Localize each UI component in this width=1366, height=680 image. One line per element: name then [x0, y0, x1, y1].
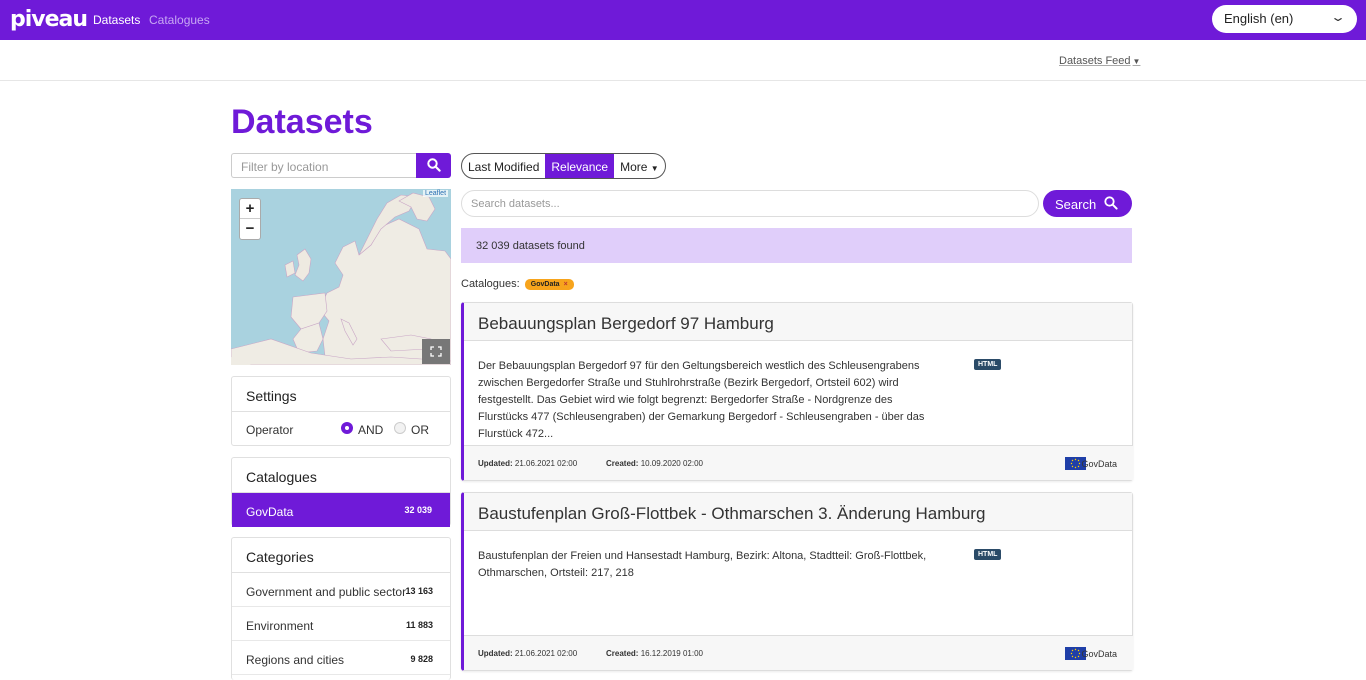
results-count-banner: 32 039 datasets found: [461, 228, 1132, 263]
sort-relevance-button[interactable]: Relevance: [545, 154, 615, 178]
updated-value: 21.06.2021 02:00: [514, 459, 578, 468]
dataset-source: GovData: [1081, 649, 1117, 659]
category-item[interactable]: Regions and cities 9 828: [232, 641, 450, 675]
search-icon: [1104, 196, 1118, 210]
dataset-footer: Updated: 21.06.2021 02:00 Created: 16.12…: [464, 635, 1133, 670]
category-item-count: 11 883: [405, 620, 433, 630]
map-zoom-control: + −: [239, 198, 261, 240]
created-value: 16.12.2019 01:00: [640, 649, 703, 658]
sort-last-modified-button[interactable]: Last Modified: [462, 154, 545, 178]
catalogue-item-label: GovData: [246, 505, 294, 519]
catalogues-panel: Catalogues GovData 32 039: [231, 457, 451, 527]
page-title: Datasets: [231, 103, 373, 141]
settings-title: Settings: [232, 377, 450, 412]
category-item-label: Regions and cities: [246, 653, 345, 667]
language-value: English (en): [1224, 11, 1294, 26]
category-item-count: 9 828: [410, 654, 433, 664]
operator-label: Operator: [246, 423, 294, 437]
created-value: 10.09.2020 02:00: [640, 459, 703, 468]
categories-panel: Categories Government and public sector …: [231, 537, 451, 680]
categories-title: Categories: [232, 538, 450, 573]
top-navbar: piveau Datasets Catalogues English (en) …: [0, 0, 1366, 40]
updated-value: 21.06.2021 02:00: [514, 649, 578, 658]
updated-label: Updated:: [478, 459, 513, 468]
format-badge: HTML: [974, 359, 1002, 370]
caret-down-icon: ▼: [1132, 57, 1141, 66]
fullscreen-button[interactable]: [422, 339, 450, 364]
fullscreen-icon: [430, 346, 442, 357]
updated-date: Updated: 21.06.2021 02:00: [478, 649, 577, 658]
dataset-description: Baustufenplan der Freien und Hansestadt …: [478, 550, 927, 579]
catalogue-item-govdata[interactable]: GovData 32 039: [232, 493, 450, 527]
settings-panel: Settings Operator AND OR: [231, 376, 451, 446]
catalogue-filter-pill[interactable]: GovData ×: [524, 279, 574, 290]
created-label: Created:: [606, 649, 639, 658]
operator-and-label[interactable]: AND: [358, 423, 383, 437]
operator-or-radio[interactable]: [394, 422, 406, 434]
close-icon[interactable]: ×: [564, 281, 568, 288]
chevron-down-icon: ⌄: [1329, 10, 1347, 24]
category-item[interactable]: Environment 11 883: [232, 607, 450, 641]
sort-button-group: Last Modified Relevance More ▼: [461, 153, 666, 179]
leaflet-attribution[interactable]: Leaflet: [423, 190, 449, 197]
search-icon: [427, 158, 441, 172]
created-date: Created: 16.12.2019 01:00: [606, 649, 703, 658]
caret-down-icon: ▼: [650, 164, 659, 173]
active-catalogue-filter: Catalogues: GovData ×: [461, 278, 574, 290]
search-button[interactable]: Search: [1043, 190, 1132, 217]
zoom-out-button[interactable]: −: [240, 219, 260, 239]
language-select[interactable]: English (en) ⌄: [1212, 5, 1357, 33]
operator-row: Operator AND OR: [232, 412, 450, 446]
sort-more-label: More: [620, 160, 648, 174]
operator-or-label[interactable]: OR: [411, 423, 429, 437]
europe-map-tiles: [231, 192, 451, 365]
format-badge: HTML: [974, 549, 1002, 560]
dataset-footer: Updated: 21.06.2021 02:00 Created: 10.09…: [464, 445, 1133, 480]
category-item[interactable]: Government and public sector 13 163: [232, 573, 450, 607]
operator-and-radio[interactable]: [341, 422, 353, 434]
location-map[interactable]: [231, 189, 451, 365]
datasets-feed-label: Datasets Feed: [1059, 55, 1131, 67]
updated-date: Updated: 21.06.2021 02:00: [478, 459, 577, 468]
sub-navbar: Datasets Feed ▼: [0, 40, 1366, 81]
created-label: Created:: [606, 459, 639, 468]
catalogues-title: Catalogues: [232, 458, 450, 493]
category-item-label: Environment: [246, 619, 314, 633]
piveau-logo[interactable]: piveau: [10, 7, 88, 32]
updated-label: Updated:: [478, 649, 513, 658]
sort-more-dropdown[interactable]: More ▼: [614, 154, 665, 178]
category-item-label: Government and public sector: [246, 585, 407, 599]
catalogue-item-count: 32 039: [404, 505, 432, 515]
created-date: Created: 10.09.2020 02:00: [606, 459, 703, 468]
search-datasets-input[interactable]: Search datasets...: [461, 190, 1039, 217]
catalogue-pill-label: GovData: [530, 281, 560, 288]
nav-catalogues[interactable]: Catalogues: [149, 13, 210, 27]
zoom-in-button[interactable]: +: [240, 199, 260, 219]
dataset-description: Der Bebauungsplan Bergedorf 97 für den G…: [478, 360, 925, 440]
catalogue-filter-label: Catalogues:: [461, 278, 520, 290]
location-search-button[interactable]: [416, 153, 451, 178]
search-button-label: Search: [1055, 197, 1097, 212]
dataset-title[interactable]: Bebauungsplan Bergedorf 97 Hamburg: [464, 303, 1132, 341]
dataset-title[interactable]: Baustufenplan Groß-Flottbek - Othmarsche…: [464, 493, 1132, 531]
location-filter-input[interactable]: Filter by location: [231, 153, 417, 178]
category-item-count: 13 163: [405, 586, 433, 596]
dataset-card[interactable]: Baustufenplan Groß-Flottbek - Othmarsche…: [461, 492, 1133, 671]
datasets-feed-dropdown[interactable]: Datasets Feed ▼: [1059, 55, 1140, 67]
nav-datasets[interactable]: Datasets: [93, 13, 140, 27]
dataset-source: GovData: [1081, 459, 1117, 469]
dataset-card[interactable]: Bebauungsplan Bergedorf 97 Hamburg Der B…: [461, 302, 1133, 481]
